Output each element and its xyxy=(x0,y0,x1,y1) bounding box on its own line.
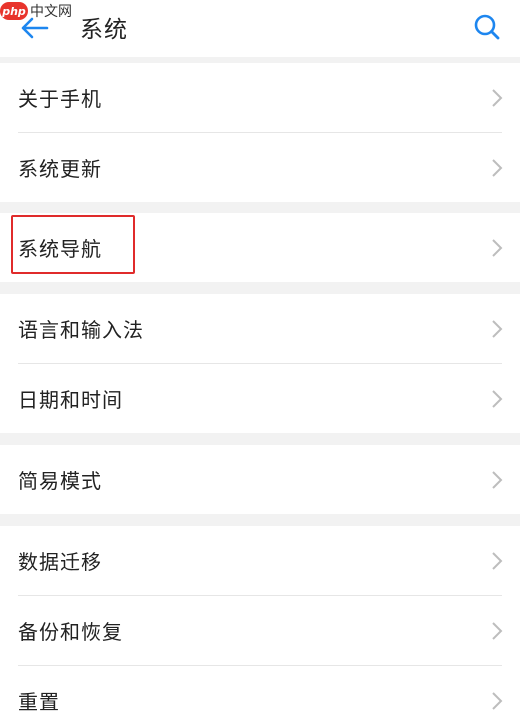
settings-item-label: 简易模式 xyxy=(18,469,102,493)
settings-item-label: 备份和恢复 xyxy=(18,620,123,644)
search-button[interactable] xyxy=(466,6,508,48)
search-icon xyxy=(474,14,500,40)
chevron-right-icon xyxy=(492,158,503,177)
settings-item-label: 系统更新 xyxy=(18,157,102,181)
settings-item-about-phone[interactable]: 关于手机 xyxy=(0,63,520,132)
settings-group-2: 系统导航 xyxy=(0,213,520,282)
watermark-text: 中文网 xyxy=(30,4,72,20)
app-bar: 系统 php 中文网 xyxy=(0,0,520,57)
watermark-logo: php xyxy=(0,2,28,20)
settings-item-label: 语言和输入法 xyxy=(18,318,144,342)
settings-page: 系统 php 中文网 关于手机 系统更新 系统导航 语言和输入法 日期和时间 简… xyxy=(0,0,520,721)
section-gap xyxy=(0,433,520,445)
settings-item-reset[interactable]: 重置 xyxy=(0,666,520,721)
section-gap xyxy=(0,282,520,294)
settings-group-3: 语言和输入法 日期和时间 xyxy=(0,294,520,433)
chevron-right-icon xyxy=(492,389,503,408)
settings-item-label: 数据迁移 xyxy=(18,550,102,574)
settings-item-label: 重置 xyxy=(18,690,60,714)
chevron-right-icon xyxy=(492,238,503,257)
settings-item-label: 系统导航 xyxy=(18,237,102,261)
settings-item-system-navigation[interactable]: 系统导航 xyxy=(0,213,520,282)
chevron-right-icon xyxy=(492,691,503,710)
settings-group-5: 数据迁移 备份和恢复 重置 xyxy=(0,526,520,721)
watermark: php 中文网 xyxy=(0,0,86,22)
settings-item-backup-restore[interactable]: 备份和恢复 xyxy=(0,596,520,665)
settings-item-system-update[interactable]: 系统更新 xyxy=(0,133,520,202)
settings-item-simple-mode[interactable]: 简易模式 xyxy=(0,445,520,514)
settings-item-label: 关于手机 xyxy=(18,87,102,111)
settings-group-1: 关于手机 系统更新 xyxy=(0,63,520,202)
chevron-right-icon xyxy=(492,88,503,107)
page-title: 系统 xyxy=(80,17,128,43)
chevron-right-icon xyxy=(492,551,503,570)
chevron-right-icon xyxy=(492,470,503,489)
settings-item-label: 日期和时间 xyxy=(18,388,123,412)
settings-item-language-input[interactable]: 语言和输入法 xyxy=(0,294,520,363)
chevron-right-icon xyxy=(492,621,503,640)
section-gap xyxy=(0,514,520,526)
settings-item-data-migration[interactable]: 数据迁移 xyxy=(0,526,520,595)
section-gap xyxy=(0,201,520,213)
settings-group-4: 简易模式 xyxy=(0,445,520,514)
settings-item-date-time[interactable]: 日期和时间 xyxy=(0,364,520,433)
chevron-right-icon xyxy=(492,319,503,338)
